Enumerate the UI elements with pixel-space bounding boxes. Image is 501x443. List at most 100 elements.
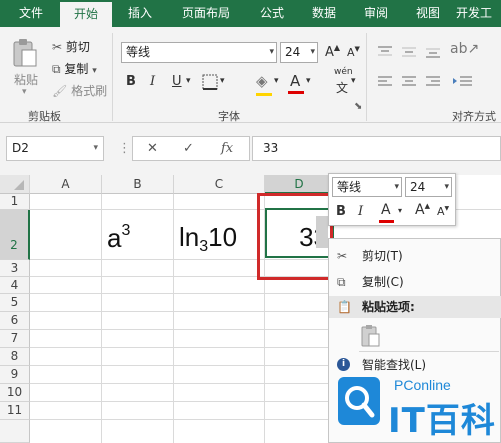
formula-input[interactable]: 33 xyxy=(252,136,501,161)
context-menu-cut[interactable]: ✂ 剪切(T) xyxy=(329,245,501,267)
row-header-1[interactable]: 1 xyxy=(0,194,30,210)
row-header-10[interactable]: 10 xyxy=(0,384,30,402)
select-all-corner[interactable] xyxy=(0,175,30,194)
splitter-dots-icon[interactable]: ⋮ xyxy=(118,141,131,156)
enter-icon[interactable]: ✓ xyxy=(183,137,194,160)
row-header-8[interactable]: 8 xyxy=(0,348,30,366)
copy-button[interactable]: ⧉ 复制 ▾ xyxy=(52,60,97,77)
cut-button[interactable]: ✂ 剪切 xyxy=(52,38,90,55)
chevron-down-icon[interactable]: ▾ xyxy=(351,76,356,86)
row-header-3[interactable]: 3 xyxy=(0,260,30,277)
tab-data[interactable]: 数据 xyxy=(302,0,346,27)
italic-button[interactable]: I xyxy=(150,74,155,89)
row-header-5[interactable]: 5 xyxy=(0,294,30,312)
column-header-b[interactable]: B xyxy=(102,175,174,194)
font-name-combo[interactable]: 等线 ▾ xyxy=(121,42,277,63)
row-header-9[interactable]: 9 xyxy=(0,366,30,384)
tab-insert[interactable]: 插入 xyxy=(118,0,162,27)
underline-button[interactable]: U xyxy=(172,74,182,89)
font-color-swatch xyxy=(288,91,304,94)
format-painter-label: 格式刷 xyxy=(71,84,108,98)
mini-grow-font-button[interactable]: A▲ xyxy=(415,202,430,218)
align-center-icon[interactable] xyxy=(400,74,418,90)
font-size-combo[interactable]: 24 ▾ xyxy=(280,42,318,63)
cell-b2[interactable]: a3 xyxy=(107,222,130,254)
align-left-icon[interactable] xyxy=(376,74,394,90)
cell-c2[interactable]: ln310 xyxy=(179,222,237,256)
column-header-d[interactable]: D xyxy=(265,175,334,194)
tab-review[interactable]: 审阅 xyxy=(354,0,398,27)
mini-shrink-label: A xyxy=(437,205,445,218)
fill-color-icon[interactable]: ◈ xyxy=(256,72,268,90)
pconline-logo-icon xyxy=(338,377,380,425)
row-header-6[interactable]: 6 xyxy=(0,312,30,330)
paste-option-icon[interactable] xyxy=(361,324,381,348)
paste-icon: 📋 xyxy=(337,300,352,314)
mini-shrink-font-button[interactable]: A▼ xyxy=(437,205,449,218)
align-top-icon[interactable] xyxy=(376,44,394,60)
cell-b2-base: a xyxy=(107,223,122,253)
insert-function-icon[interactable]: fx xyxy=(221,137,233,160)
context-menu-paste-options-label: 粘贴选项: xyxy=(362,300,415,314)
tab-file[interactable]: 文件 xyxy=(8,0,54,27)
mini-font-color-button[interactable]: A xyxy=(381,202,391,218)
mini-toolbar: 等线 ▾ 24 ▾ B I A ▾ A▲ A▼ xyxy=(328,173,456,226)
mini-grow-label: A xyxy=(415,202,425,218)
phonetic-guide-char: 文 xyxy=(336,81,349,95)
align-middle-icon[interactable] xyxy=(400,44,418,60)
watermark-brand: PConline xyxy=(394,377,451,393)
grow-font-button[interactable]: A▲ xyxy=(325,43,340,60)
paste-button-label[interactable]: 粘贴 xyxy=(14,71,38,88)
column-header-c[interactable]: C xyxy=(174,175,265,194)
paste-dropdown-icon[interactable]: ▾ xyxy=(22,87,27,97)
row-header-7[interactable]: 7 xyxy=(0,330,30,348)
context-menu-copy[interactable]: ⧉ 复制(C) xyxy=(329,271,501,293)
mini-italic-button[interactable]: I xyxy=(358,204,363,219)
info-icon: i xyxy=(337,358,350,371)
font-color-icon[interactable]: A xyxy=(290,72,300,90)
watermark: PConline IT百科 xyxy=(338,373,501,443)
fill-color-swatch xyxy=(256,93,272,96)
chevron-down-icon[interactable]: ▾ xyxy=(398,206,402,215)
mini-font-size-value: 24 xyxy=(410,180,426,194)
mini-bold-button[interactable]: B xyxy=(336,204,346,219)
cell-c2-ln: ln xyxy=(179,222,200,252)
context-menu-paste-options[interactable]: 📋 粘贴选项: xyxy=(329,296,501,318)
indent-icon[interactable] xyxy=(452,74,474,90)
tab-formulas[interactable]: 公式 xyxy=(250,0,294,27)
chevron-down-icon[interactable]: ▾ xyxy=(306,76,311,86)
chevron-down-icon[interactable]: ▾ xyxy=(186,76,191,86)
align-right-icon[interactable] xyxy=(424,74,442,90)
cancel-icon[interactable]: ✕ xyxy=(147,137,158,160)
cell-c2-subscript: 3 xyxy=(199,238,209,255)
tab-page-layout[interactable]: 页面布局 xyxy=(170,0,242,27)
mini-font-name-combo[interactable]: 等线 ▾ xyxy=(332,177,402,197)
format-painter-button[interactable]: 🖌 格式刷 xyxy=(52,82,107,99)
border-icon[interactable] xyxy=(202,74,218,90)
row-header-12[interactable] xyxy=(0,420,30,443)
tab-view[interactable]: 视图 xyxy=(406,0,450,27)
font-dialog-launcher-icon[interactable]: ⬊ xyxy=(354,101,362,112)
mini-font-size-combo[interactable]: 24 ▾ xyxy=(405,177,452,197)
context-menu-separator xyxy=(359,351,499,352)
paste-clipboard-icon[interactable] xyxy=(12,38,38,68)
name-box[interactable]: D2 ▾ xyxy=(6,136,104,161)
row-header-2[interactable]: 2 xyxy=(0,210,30,260)
phonetic-top-text: wén xyxy=(334,67,353,77)
row-header-11[interactable]: 11 xyxy=(0,402,30,420)
copy-icon: ⧉ xyxy=(52,62,61,76)
copy-label: 复制 xyxy=(64,62,89,76)
chevron-down-icon[interactable]: ▾ xyxy=(274,76,279,86)
orientation-icon[interactable]: ab↗ xyxy=(450,41,479,57)
cut-label: 剪切 xyxy=(65,40,90,54)
row-header-4[interactable]: 4 xyxy=(0,277,30,294)
column-header-a[interactable]: A xyxy=(30,175,102,194)
shrink-font-button[interactable]: A▼ xyxy=(347,45,360,59)
chevron-down-icon[interactable]: ▾ xyxy=(220,76,225,86)
tab-home[interactable]: 开始 xyxy=(60,2,112,27)
phonetic-guide-button[interactable]: wén xyxy=(334,67,353,77)
align-bottom-icon[interactable] xyxy=(424,44,442,60)
tab-developer[interactable]: 开发工 xyxy=(456,0,501,27)
bold-button[interactable]: B xyxy=(126,74,136,89)
ribbon-home: 粘贴 ▾ ✂ 剪切 ⧉ 复制 ▾ 🖌 格式刷 剪贴板 等线 ▾ 24 ▾ A▲ … xyxy=(0,27,501,123)
